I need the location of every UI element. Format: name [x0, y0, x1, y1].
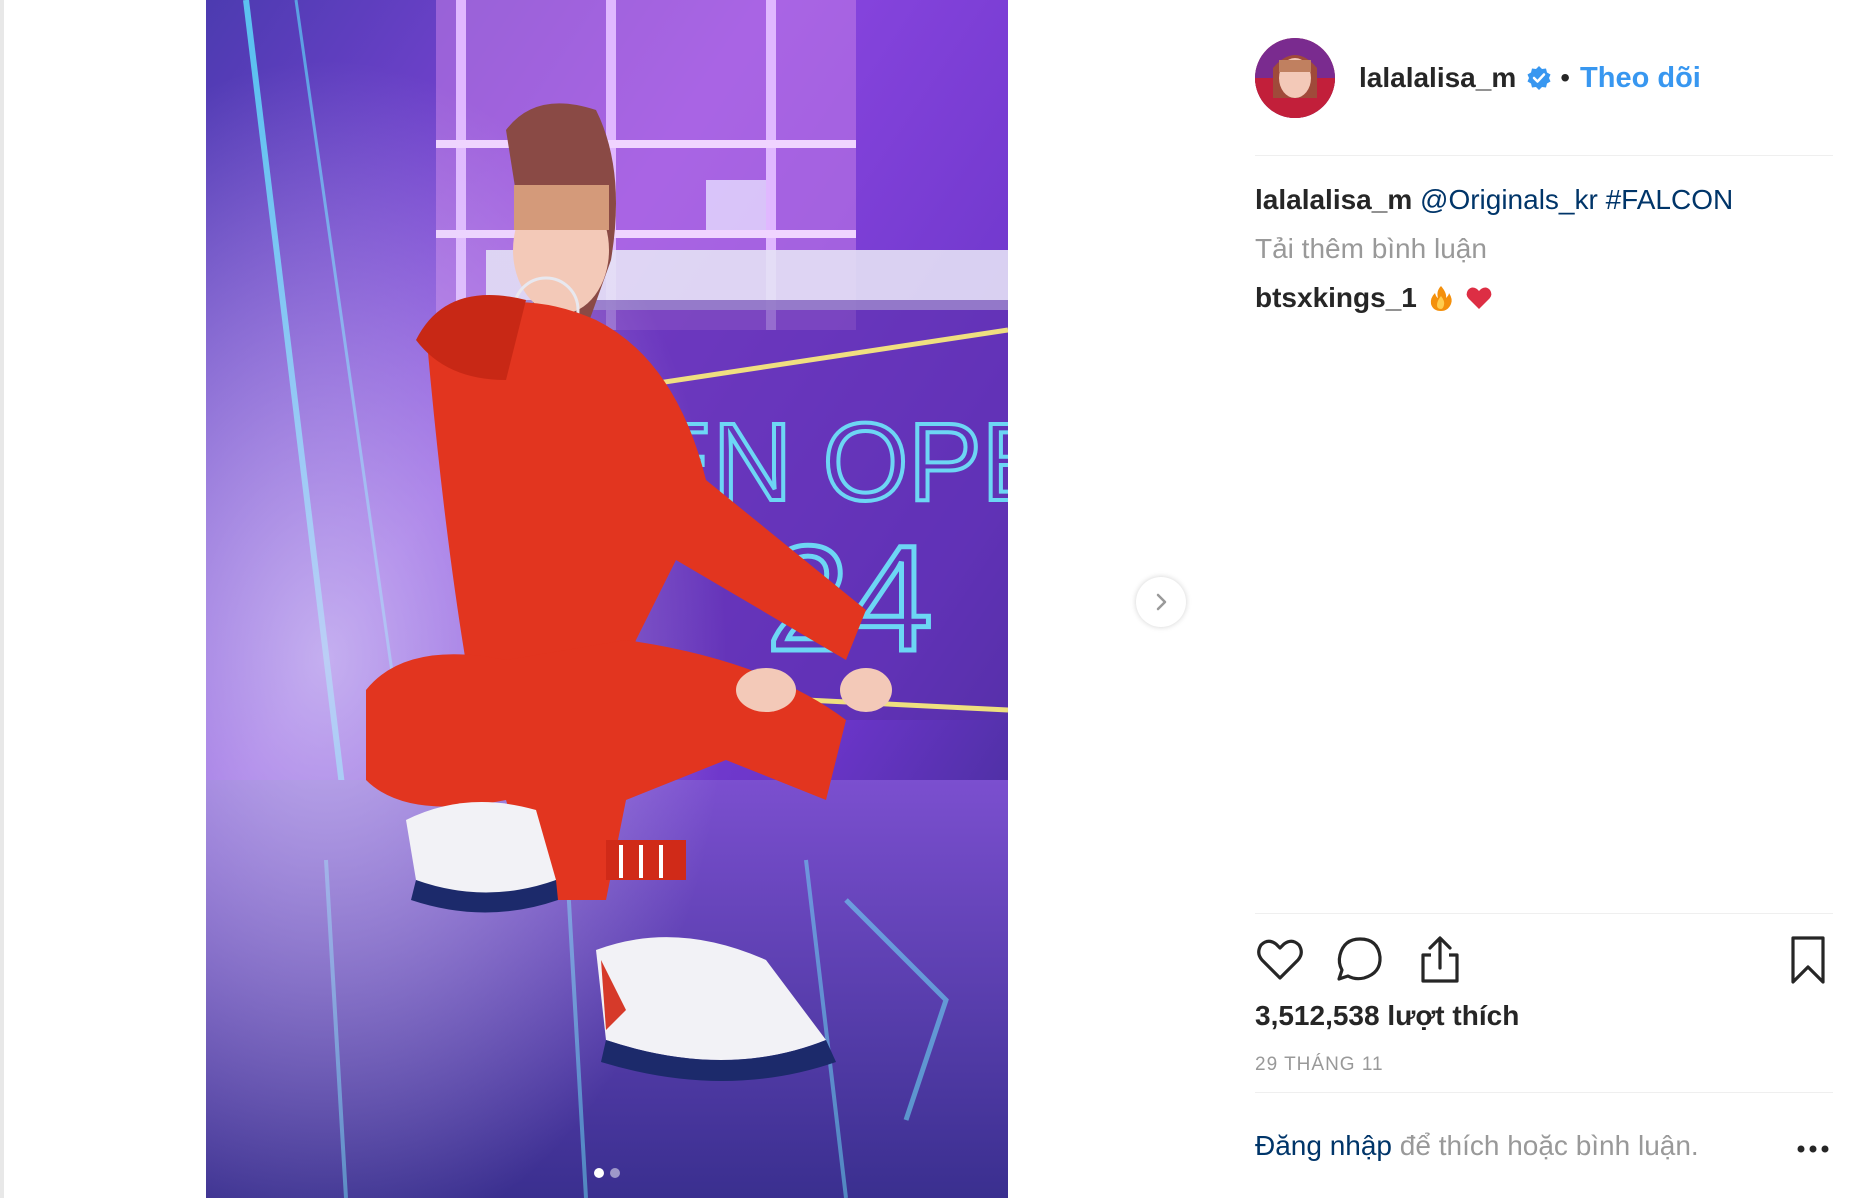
login-prompt-text: để thích hoặc bình luận. [1392, 1130, 1699, 1161]
more-options-icon [1797, 1145, 1829, 1153]
window-edge [0, 0, 4, 1198]
comment-item: btsxkings_1 [1255, 282, 1493, 314]
save-button[interactable] [1783, 935, 1833, 985]
post-actions [1255, 935, 1833, 985]
chevron-right-icon [1156, 593, 1167, 611]
like-button[interactable] [1255, 935, 1305, 985]
share-button[interactable] [1415, 935, 1465, 985]
carousel-dot-active [594, 1168, 604, 1178]
follow-button[interactable]: Theo dõi [1580, 62, 1701, 95]
comment-button[interactable] [1335, 935, 1385, 985]
post-header: lalalalisa_m • Theo dõi [1255, 38, 1833, 118]
bookmark-icon [1791, 936, 1825, 984]
red-heart-emoji-icon [1465, 284, 1493, 312]
post-date: 29 THÁNG 11 [1255, 1054, 1384, 1075]
carousel-dot [610, 1168, 620, 1178]
post-photo-illustration: PEN OPE 24 [206, 0, 1008, 1198]
login-link[interactable]: Đăng nhập [1255, 1130, 1392, 1161]
post-caption: lalalalisa_m @Originals_kr #FALCON [1255, 183, 1733, 217]
caption-username[interactable]: lalalalisa_m [1255, 184, 1412, 215]
caption-hashtag[interactable]: #FALCON [1606, 184, 1734, 215]
caption-mention[interactable]: @Originals_kr [1420, 184, 1598, 215]
heart-icon [1257, 939, 1303, 980]
avatar-image [1255, 38, 1335, 118]
likes-count[interactable]: 3,512,538 lượt thích [1255, 1000, 1519, 1032]
next-slide-button[interactable] [1136, 577, 1186, 627]
header-divider [1255, 155, 1833, 156]
carousel-indicator [206, 1168, 1008, 1178]
footer-divider [1255, 1092, 1833, 1093]
post-side-panel: lalalalisa_m • Theo dõi lalalalisa_m @Or… [1255, 0, 1833, 1198]
login-prompt: Đăng nhập để thích hoặc bình luận. [1255, 1130, 1699, 1162]
avatar[interactable] [1255, 38, 1335, 118]
load-more-comments-button[interactable]: Tải thêm bình luận [1255, 233, 1487, 265]
actions-divider [1255, 913, 1833, 914]
post-photo[interactable]: PEN OPE 24 [206, 0, 1008, 1198]
header-separator: • [1560, 62, 1571, 93]
share-icon [1421, 936, 1459, 983]
comment-username[interactable]: btsxkings_1 [1255, 282, 1417, 314]
more-options-button[interactable] [1793, 1134, 1833, 1164]
verified-badge-icon [1526, 65, 1552, 91]
fire-emoji-icon [1427, 284, 1455, 312]
comment-bubble-icon [1337, 937, 1382, 981]
post-username[interactable]: lalalalisa_m [1359, 62, 1516, 94]
instagram-post-page: PEN OPE 24 [0, 0, 1874, 1198]
